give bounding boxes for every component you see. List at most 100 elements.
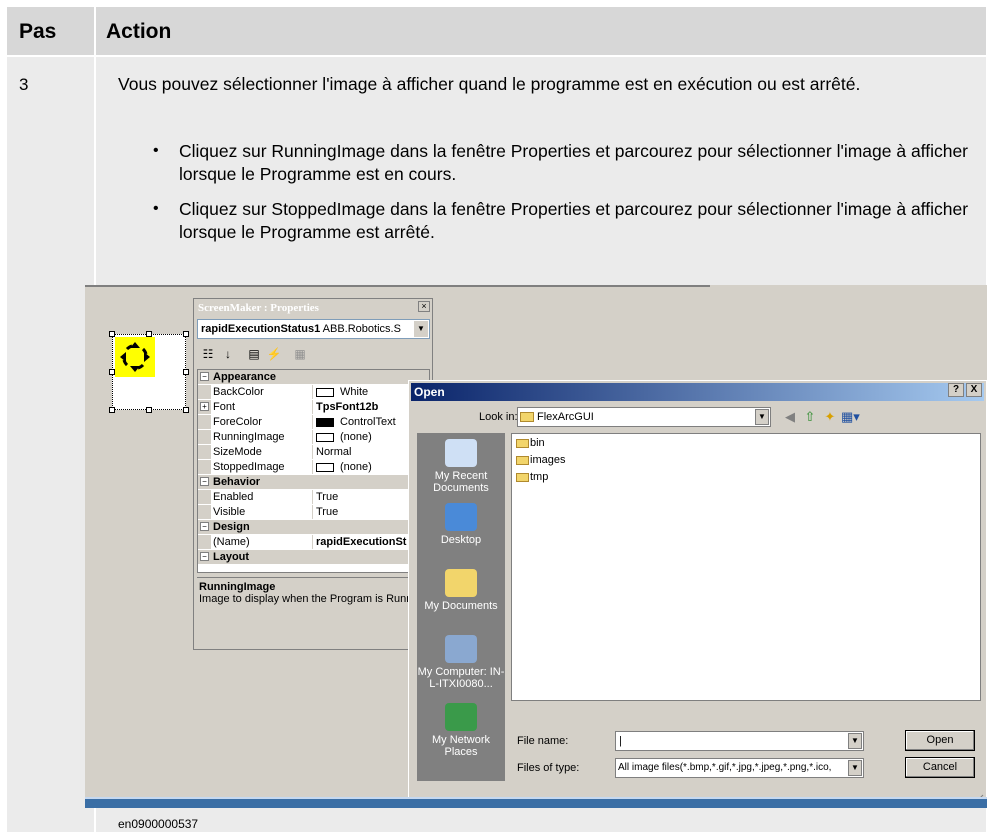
new-folder-icon[interactable]: ✦ bbox=[821, 408, 839, 426]
open-button[interactable]: Open bbox=[905, 730, 975, 751]
property-name: ForeColor bbox=[213, 416, 262, 428]
up-folder-icon[interactable]: ⇧ bbox=[801, 408, 819, 426]
color-swatch bbox=[316, 417, 334, 427]
categorized-icon[interactable]: ☷ bbox=[199, 345, 217, 363]
chevron-down-icon[interactable]: ▼ bbox=[848, 760, 862, 776]
properties-icon[interactable]: ▤ bbox=[245, 345, 263, 363]
resize-handle[interactable] bbox=[109, 331, 115, 337]
view-menu-icon[interactable]: ▦▾ bbox=[841, 408, 860, 426]
property-name: SizeMode bbox=[213, 446, 262, 458]
property-value-text: (none) bbox=[340, 461, 372, 473]
bullet-icon: • bbox=[153, 200, 159, 217]
events-icon[interactable]: ⚡ bbox=[265, 345, 283, 363]
expand-icon[interactable]: + bbox=[200, 402, 209, 411]
property-category[interactable]: − Layout bbox=[198, 550, 429, 564]
row-gutter bbox=[198, 460, 211, 474]
header-step: Pas bbox=[19, 20, 57, 43]
properties-window: ScreenMaker : Properties × rapidExecutio… bbox=[193, 298, 433, 650]
chevron-down-icon[interactable]: ▼ bbox=[414, 321, 428, 337]
property-value-text: Normal bbox=[316, 446, 352, 458]
property-row[interactable]: Visible True bbox=[198, 505, 429, 519]
collapse-icon[interactable]: − bbox=[200, 522, 209, 531]
description-text: Image to display when the Program is Run… bbox=[199, 593, 428, 605]
resize-handle[interactable] bbox=[109, 369, 115, 375]
file-name-input[interactable]: | ▼ bbox=[615, 731, 864, 751]
open-dialog: Open ? X Look in: FlexArcGUI ▼ ◀ ⇧ ✦ ▦▾ … bbox=[408, 380, 987, 808]
property-value[interactable]: White bbox=[312, 385, 368, 399]
place-item[interactable]: My Recent Documents bbox=[417, 439, 505, 494]
alphabetical-icon[interactable]: ↓ bbox=[219, 345, 237, 363]
property-row[interactable]: SizeMode Normal bbox=[198, 445, 429, 459]
ruler-line bbox=[85, 285, 710, 287]
collapse-icon[interactable]: − bbox=[200, 477, 209, 486]
help-button[interactable]: ? bbox=[948, 383, 964, 397]
place-item[interactable]: My Computer: IN-L-ITXI0080... bbox=[417, 635, 505, 690]
desktop-icon bbox=[445, 503, 477, 531]
bullet-icon: • bbox=[153, 142, 159, 159]
screenshot-figure: ScreenMaker : Properties × rapidExecutio… bbox=[85, 285, 987, 808]
property-value-text: (none) bbox=[340, 431, 372, 443]
chevron-down-icon[interactable]: ▼ bbox=[755, 409, 769, 425]
property-value[interactable]: rapidExecutionSt bbox=[312, 535, 406, 549]
chevron-down-icon[interactable]: ▼ bbox=[848, 733, 862, 749]
files-of-type-value: All image files(*.bmp,*.gif,*.jpg,*.jpeg… bbox=[618, 762, 832, 773]
resize-handle[interactable] bbox=[109, 407, 115, 413]
folder-item[interactable]: images bbox=[516, 453, 565, 467]
files-of-type-label: Files of type: bbox=[517, 762, 580, 774]
place-item[interactable]: My Documents bbox=[417, 569, 505, 612]
properties-title: ScreenMaker : Properties bbox=[195, 300, 431, 316]
close-icon[interactable]: × bbox=[418, 301, 430, 312]
place-label: My Recent Documents bbox=[433, 470, 489, 494]
step-number: 3 bbox=[19, 75, 29, 94]
place-label: My Computer: IN-L-ITXI0080... bbox=[417, 666, 505, 690]
property-value[interactable]: (none) bbox=[312, 430, 372, 444]
file-list[interactable]: bin images tmp bbox=[511, 433, 981, 701]
collapse-icon[interactable]: − bbox=[200, 552, 209, 561]
resize-handle[interactable] bbox=[146, 407, 152, 413]
files-of-type-select[interactable]: All image files(*.bmp,*.gif,*.jpg,*.jpeg… bbox=[615, 758, 864, 778]
property-row[interactable]: StoppedImage (none) bbox=[198, 460, 429, 474]
property-value[interactable]: TpsFont12b bbox=[312, 400, 378, 414]
network-places-icon bbox=[445, 703, 477, 731]
category-label: Appearance bbox=[213, 371, 276, 383]
resize-handle[interactable] bbox=[146, 331, 152, 337]
property-row[interactable]: ForeColor ControlText bbox=[198, 415, 429, 429]
property-category[interactable]: − Appearance bbox=[198, 370, 429, 384]
close-button[interactable]: X bbox=[966, 383, 982, 397]
property-value[interactable]: Normal bbox=[312, 445, 351, 459]
property-value-text: ControlText bbox=[340, 416, 396, 428]
cancel-button[interactable]: Cancel bbox=[905, 757, 975, 778]
property-row[interactable]: Enabled True bbox=[198, 490, 429, 504]
property-value[interactable]: ControlText bbox=[312, 415, 396, 429]
back-icon[interactable]: ◀ bbox=[781, 408, 799, 426]
property-row[interactable]: RunningImage (none) bbox=[198, 430, 429, 444]
resize-handle[interactable] bbox=[183, 369, 189, 375]
property-row[interactable]: BackColor White bbox=[198, 385, 429, 399]
color-swatch bbox=[316, 387, 334, 397]
place-item[interactable]: Desktop bbox=[417, 503, 505, 546]
execution-status-icon bbox=[120, 342, 150, 372]
table-header: Pas Action bbox=[7, 7, 986, 57]
property-name: Enabled bbox=[213, 491, 254, 503]
collapse-icon[interactable]: − bbox=[200, 372, 209, 381]
resize-handle[interactable] bbox=[183, 407, 189, 413]
property-value[interactable]: True bbox=[312, 490, 338, 504]
resize-handle[interactable] bbox=[183, 331, 189, 337]
property-category[interactable]: − Behavior bbox=[198, 475, 429, 489]
bullet-running-image: Cliquez sur RunningImage dans la fenêtre… bbox=[179, 141, 969, 184]
property-value[interactable]: True bbox=[312, 505, 338, 519]
property-value[interactable]: (none) bbox=[312, 460, 372, 474]
property-pages-icon[interactable]: ▦ bbox=[291, 345, 309, 363]
property-row[interactable]: (Name) rapidExecutionSt bbox=[198, 535, 429, 549]
folder-name: bin bbox=[530, 437, 545, 449]
place-item[interactable]: My Network Places bbox=[417, 703, 505, 758]
property-value-text: White bbox=[340, 386, 369, 398]
property-category[interactable]: − Design bbox=[198, 520, 429, 534]
property-value-text: True bbox=[316, 506, 339, 518]
property-row[interactable]: + Font TpsFont12b bbox=[198, 400, 429, 414]
step-intro: Vous pouvez sélectionner l'image à affic… bbox=[118, 74, 861, 94]
folder-item[interactable]: bin bbox=[516, 436, 545, 450]
folder-item[interactable]: tmp bbox=[516, 470, 548, 484]
component-selector[interactable]: rapidExecutionStatus1 ABB.Robotics.S ▼ bbox=[197, 319, 430, 339]
look-in-combo[interactable]: FlexArcGUI ▼ bbox=[517, 407, 771, 427]
